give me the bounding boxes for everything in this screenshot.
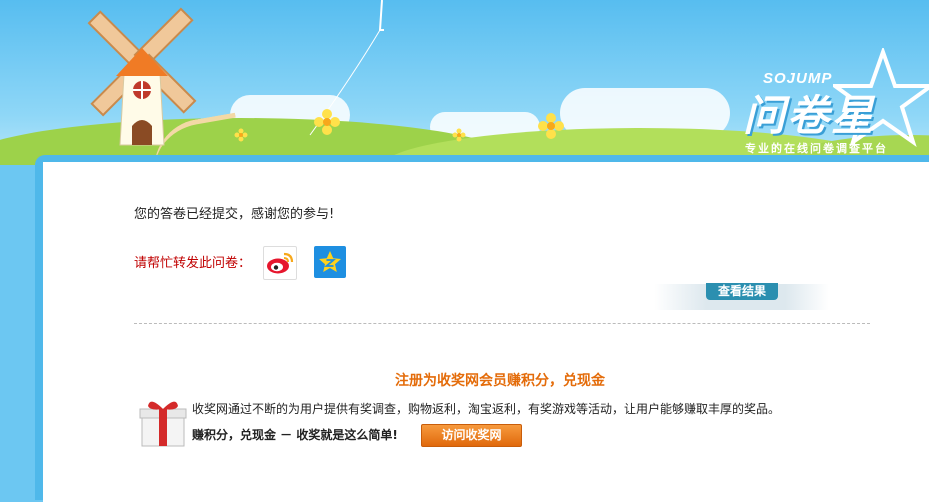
- submission-thanks-message: 您的答卷已经提交，感谢您的参与!: [134, 207, 335, 222]
- dashed-divider: [134, 323, 870, 324]
- weibo-icon: [267, 252, 294, 274]
- logo-chinese: 问卷星: [743, 91, 876, 140]
- logo-tagline: 专业的在线问卷调查平台: [745, 142, 888, 155]
- flower-icon: [314, 109, 340, 135]
- promo-title-row: 注册为收奖网会员赚积分，兑现金: [0, 370, 929, 390]
- windmill-icon: [87, 7, 197, 146]
- share-weibo-button[interactable]: [263, 246, 297, 280]
- promo-slogan: 赚积分，兑现金 － 收奖就是这么简单!: [192, 428, 398, 442]
- promo-description: 收奖网通过不断的为用户提供有奖调查，购物返利，淘宝返利，有奖游戏等活动，让用户能…: [192, 402, 781, 416]
- flower-icon: [452, 128, 466, 142]
- qzone-icon: [319, 251, 341, 272]
- gift-icon: [138, 398, 188, 448]
- visit-shoujiang-button[interactable]: 访问收奖网: [421, 424, 522, 447]
- flower-icon: [538, 113, 564, 139]
- view-results-button[interactable]: 查看结果: [706, 283, 778, 300]
- share-qzone-button[interactable]: [314, 246, 346, 278]
- flower-icon: [234, 128, 248, 142]
- site-logo[interactable]: SOJUMP 问卷星 专业的在线问卷调查平台: [723, 48, 929, 158]
- promo-title: 注册为收奖网会员赚积分，兑现金: [395, 373, 605, 389]
- share-label: 请帮忙转发此问卷：: [134, 256, 252, 271]
- header-banner: SOJUMP 问卷星 专业的在线问卷调查平台: [0, 0, 929, 165]
